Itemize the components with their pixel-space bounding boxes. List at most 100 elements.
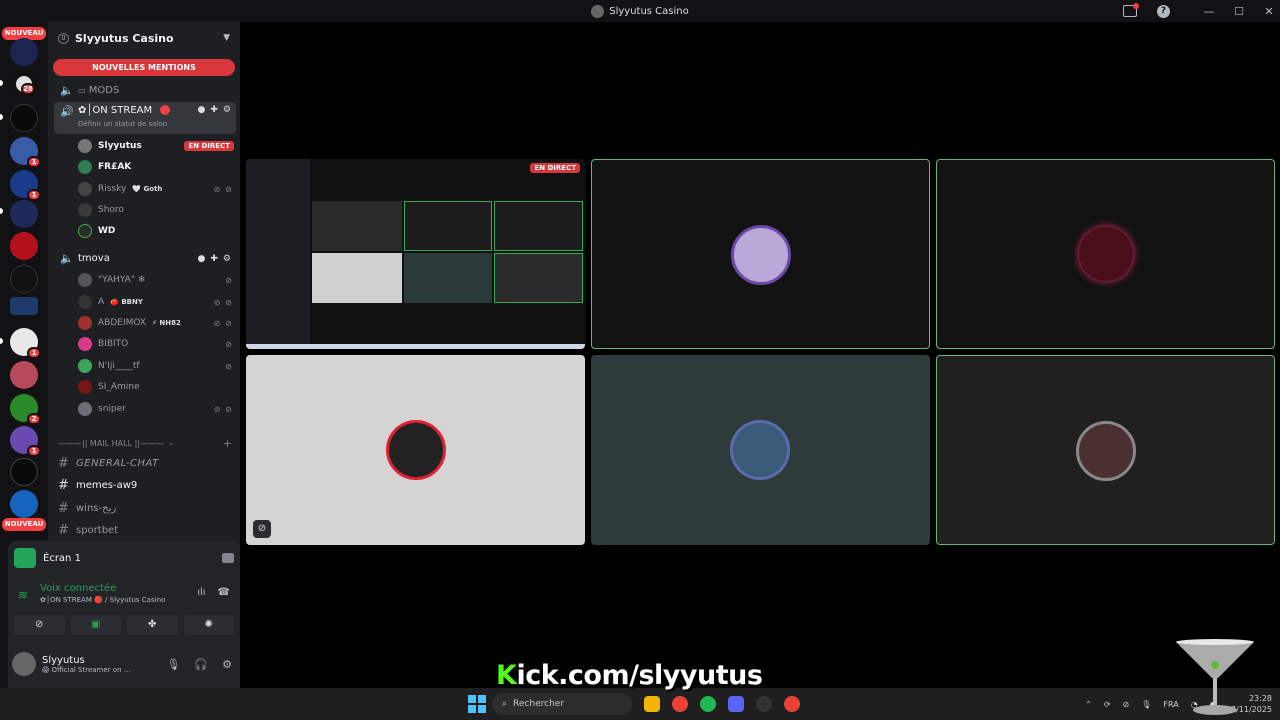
voice-user[interactable]: BIBITO ⊘ [78,334,236,354]
search-box[interactable]: ⌕ Rechercher [492,693,632,715]
noise-suppression-icon[interactable]: ılı [197,587,205,598]
channel-status[interactable]: Définir un statut de salon [78,120,167,128]
server-icon-person[interactable]: 2 [10,394,41,425]
add-channel-icon[interactable]: + [223,437,238,450]
voice-channel-mods[interactable]: 🔈 ▭ MODS [54,80,236,101]
inbox-icon[interactable] [1123,3,1139,17]
voice-user[interactable]: "YAHYA" ❄ ⊘ [78,270,236,290]
speaker-icon: 🔈 [60,84,74,97]
server-icon-voice[interactable] [10,200,38,228]
invite-icon[interactable]: ✚ [210,105,218,115]
deafened-icon: ⊘ [225,318,232,328]
hash-icon: # [58,500,69,516]
user-info[interactable]: Slyyutus 😱 Official Streamer on ... [42,655,130,674]
voice-user[interactable]: Rissky 🤍 Goth ⊘ ⊘ [78,179,236,199]
server-icon-cases[interactable]: 1 [10,170,41,201]
server-icon-stack[interactable] [10,361,38,389]
new-mentions-button[interactable]: NOUVELLES MENTIONS [53,59,235,76]
channel-name: ▭ MODS [78,85,120,96]
server-icon-arena[interactable] [10,458,38,486]
network-icon[interactable]: ⟳ [1104,700,1111,709]
participant-tile[interactable] [591,355,930,545]
microphone-icon[interactable]: 🎙 [1141,700,1151,709]
spotify-icon[interactable] [700,696,716,712]
server-icon-gamer[interactable]: 1 [10,137,41,168]
server-icon-red[interactable] [10,232,38,260]
new-servers-badge-bottom[interactable]: NOUVEAU [2,518,46,531]
user-name: A [98,297,105,307]
avatar [78,316,92,330]
search-icon: ⌕ [502,699,508,709]
close-button[interactable]: ✕ [1258,5,1280,18]
server-icon-script[interactable] [10,297,38,315]
server-icon-8ball[interactable] [10,490,38,518]
category-mail-hall[interactable]: ———|| MAIL HALL ||——— ⌄ + [58,436,238,450]
hash-icon: # [58,522,69,538]
soundboard-button[interactable]: ✺ [183,615,234,635]
file-explorer-icon[interactable] [644,696,660,712]
avatar [78,380,92,394]
gear-icon[interactable]: ⚙ [222,658,232,671]
maximize-button[interactable]: ☐ [1228,5,1250,18]
chat-icon[interactable]: ● [198,105,206,115]
participant-tile[interactable] [936,159,1275,349]
headphones-icon[interactable]: 🎧 [194,658,208,671]
channel-name: ✿│ON STREAM [78,105,153,116]
voice-channel-tmova[interactable]: 🔈 tmova ● ✚ ⚙ [54,248,236,269]
gear-icon[interactable]: ⚙ [223,105,231,115]
voice-user[interactable]: A 🍅 BBNY ⊘ ⊘ [78,292,236,312]
chat-icon[interactable]: ● [198,254,206,264]
minimize-button[interactable]: — [1198,5,1220,18]
server-icon-star[interactable] [10,265,38,293]
screen-share-button[interactable]: ▣ [70,615,121,635]
avatar [731,225,791,285]
voice-channel-on-stream[interactable]: 🔊 ✿│ON STREAM Définir un statut de salon… [54,102,236,134]
voice-connection: ≋ Voix connectée ✿│ON STREAM 🔴 / Slyyutu… [16,583,234,604]
signal-icon[interactable]: ≋ [18,588,28,602]
avatar[interactable] [12,652,36,676]
text-channel[interactable]: # GENERAL-CHAT [58,453,234,473]
text-channel[interactable]: # wins-ربح [58,498,234,518]
server-header[interactable]: 0 Slyyutus Casino ▼ [48,22,240,54]
microphone-icon[interactable]: 🎙 [166,658,180,671]
server-icon-target[interactable]: 28 [10,70,38,98]
camera-off-button[interactable]: ⊘ [14,615,65,635]
chrome-icon-2[interactable] [784,696,800,712]
channel-name: memes-aw9 [76,479,138,491]
server-icon-e[interactable] [10,38,38,66]
server-icon-casino[interactable]: 1 [10,328,41,359]
invite-icon[interactable]: ✚ [210,254,218,264]
discord-icon[interactable] [728,696,744,712]
participant-tile[interactable]: ⊘ [246,355,585,545]
activities-button[interactable]: ✤ [127,615,178,635]
server-icon-anime[interactable]: 1 [10,426,41,457]
help-icon[interactable]: ? [1157,4,1170,18]
voice-user[interactable]: Shoro [78,200,236,220]
voice-user[interactable]: Slyyutus EN DIRECT [78,136,236,156]
voice-user[interactable]: SI_Amine [78,377,236,397]
gear-icon[interactable]: ⚙ [223,254,231,264]
participant-tile[interactable] [591,159,930,349]
bluetooth-icon[interactable]: ⊘ [1123,700,1130,709]
stop-stream-icon[interactable] [222,553,234,563]
voice-user[interactable]: N'Iji____tf ⊘ [78,356,236,376]
start-button[interactable] [468,695,486,713]
voice-user[interactable]: FR£AK [78,157,236,177]
disconnect-icon[interactable]: ☎ [218,587,230,598]
voice-user[interactable]: sniper ⊘ ⊘ [78,399,236,419]
mention-badge: 2 [27,413,41,425]
tray-chevron-icon[interactable]: ⌃ [1085,700,1092,709]
chrome-icon[interactable] [672,696,688,712]
chevron-down-icon[interactable]: ▼ [223,33,230,43]
text-channel[interactable]: # sportbet [58,520,234,540]
voice-user[interactable]: WD [78,221,236,241]
muted-icon: ⊘ [225,339,232,349]
voice-user[interactable]: ABDEIMOX ⚡ NH82 ⊘ ⊘ [78,313,236,333]
participant-tile[interactable] [936,355,1275,545]
obs-icon[interactable] [756,696,772,712]
text-channel[interactable]: # memes-aw9 [58,475,234,495]
muted-icon: ⊘ [213,318,221,328]
channel-actions: ● ✚ ⚙ [198,105,236,115]
stream-tile-screen[interactable]: EN DIRECT [246,159,585,349]
server-icon-tl[interactable] [10,104,38,132]
